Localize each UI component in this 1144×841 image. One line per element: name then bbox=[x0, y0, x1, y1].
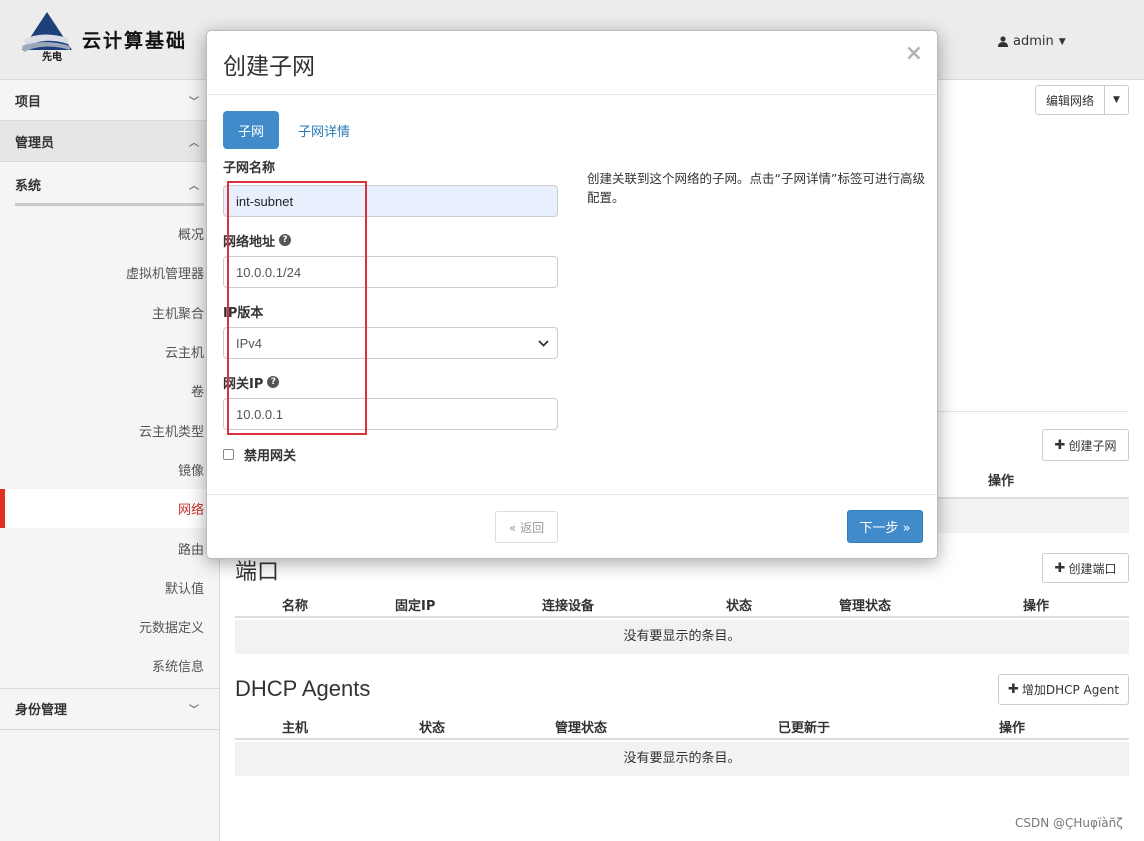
dhcp-table-header: 主机 状态 管理状态 已更新于 操作 bbox=[235, 712, 1129, 740]
chevron-down-icon bbox=[538, 339, 549, 347]
sidebar-item-volumes[interactable]: 卷 bbox=[0, 371, 219, 410]
subnet-name-input[interactable]: int-subnet bbox=[223, 185, 558, 217]
label-text: IP版本 bbox=[223, 305, 264, 321]
disable-gateway-label: 禁用网关 bbox=[244, 449, 297, 464]
sidebar-item-hypervisors[interactable]: 虚拟机管理器 bbox=[0, 253, 219, 292]
modal-footer: « 返回 下一步 » bbox=[207, 494, 937, 559]
sidebar: 项目 ﹀ 管理员 ︿ 系统 ︿ 概况 虚拟机管理器 主机聚合 云主机 卷 云主机… bbox=[0, 80, 220, 841]
sidebar-section-admin[interactable]: 管理员 ︿ bbox=[0, 121, 219, 162]
section-divider bbox=[935, 411, 1129, 412]
plus-icon: ✚ bbox=[1007, 682, 1019, 697]
close-icon[interactable]: × bbox=[905, 41, 923, 66]
ports-table-header: 名称 固定IP 连接设备 状态 管理状态 操作 bbox=[235, 590, 1129, 618]
sidebar-item-networks[interactable]: 网络 bbox=[0, 489, 219, 529]
sidebar-item-host-aggregates[interactable]: 主机聚合 bbox=[0, 293, 219, 332]
back-button[interactable]: « 返回 bbox=[495, 511, 558, 543]
tab-subnet-details[interactable]: 子网详情 bbox=[283, 111, 365, 149]
column-header[interactable]: 管理状态 bbox=[555, 717, 607, 736]
column-header: 操作 bbox=[999, 721, 1026, 736]
question-circle-icon[interactable]: ? bbox=[279, 234, 292, 246]
dhcp-table-empty-row: 没有要显示的条目。 bbox=[235, 742, 1129, 776]
label-text: 网关IP bbox=[223, 376, 264, 392]
tab-subnet[interactable]: 子网 bbox=[223, 111, 280, 149]
watermark: CSDN @ÇHuφïàñζ bbox=[1015, 816, 1123, 830]
column-header[interactable]: 固定IP bbox=[395, 595, 435, 614]
network-address-label: 网络地址 ? bbox=[223, 231, 292, 250]
modal-title: 创建子网 bbox=[223, 53, 315, 79]
help-text: 创建关联到这个网络的子网。点击“子网详情”标签可进行高级配置。 bbox=[587, 171, 925, 205]
question-circle-icon[interactable]: ? bbox=[267, 376, 280, 388]
svg-text:先电: 先电 bbox=[42, 50, 62, 62]
gateway-ip-input[interactable]: 10.0.0.1 bbox=[223, 398, 558, 430]
sidebar-item-metadata[interactable]: 元数据定义 bbox=[0, 607, 219, 646]
create-port-button[interactable]: ✚ 创建端口 bbox=[1042, 553, 1129, 583]
label-text: 子网名称 bbox=[223, 160, 276, 176]
column-header[interactable]: 主机 bbox=[282, 717, 308, 736]
gateway-ip-label: 网关IP ? bbox=[223, 373, 280, 392]
edit-network-group: 编辑网络 ▼ bbox=[1035, 85, 1129, 115]
sidebar-item-defaults[interactable]: 默认值 bbox=[0, 568, 219, 607]
brand-title: 云计算基础 bbox=[82, 30, 188, 52]
ip-version-label: IP版本 bbox=[223, 302, 264, 321]
sidebar-item-overview[interactable]: 概况 bbox=[0, 214, 219, 253]
sidebar-item-routers[interactable]: 路由 bbox=[0, 528, 219, 567]
column-header[interactable]: 名称 bbox=[282, 595, 308, 614]
disable-gateway-checkbox[interactable] bbox=[223, 449, 234, 460]
sidebar-item-system-info[interactable]: 系统信息 bbox=[0, 646, 219, 685]
add-dhcp-agent-button[interactable]: ✚ 增加DHCP Agent bbox=[998, 674, 1129, 705]
edit-network-button[interactable]: 编辑网络 bbox=[1035, 85, 1105, 115]
ports-table-empty-row: 没有要显示的条目。 bbox=[235, 620, 1129, 654]
modal-tabs: 子网 子网详情 bbox=[223, 111, 365, 149]
user-icon bbox=[998, 36, 1008, 47]
chevron-up-icon: ︿ bbox=[189, 180, 199, 192]
modal-header: 创建子网 × bbox=[207, 31, 937, 95]
plus-icon: ✚ bbox=[1054, 560, 1066, 576]
plus-icon: ✚ bbox=[1054, 437, 1066, 453]
sidebar-section-identity[interactable]: 身份管理 ﹀ bbox=[0, 689, 219, 730]
user-name: admin bbox=[1013, 34, 1054, 49]
sidebar-section-label: 管理员 bbox=[15, 135, 55, 151]
sidebar-section-label: 项目 bbox=[15, 94, 42, 110]
column-header: 操作 bbox=[1023, 599, 1050, 614]
create-subnet-label: 创建子网 bbox=[1068, 438, 1117, 453]
network-address-input[interactable]: 10.0.0.1/24 bbox=[223, 256, 558, 288]
ip-version-select[interactable]: IPv4 bbox=[223, 327, 558, 359]
column-header[interactable]: 状态 bbox=[726, 595, 752, 614]
create-port-label: 创建端口 bbox=[1068, 561, 1117, 576]
sidebar-section-project[interactable]: 项目 ﹀ bbox=[0, 80, 219, 121]
column-header[interactable]: 已更新于 bbox=[778, 717, 830, 736]
column-header[interactable]: 状态 bbox=[419, 717, 445, 736]
label-text: 网络地址 bbox=[223, 234, 276, 250]
subnet-name-label: 子网名称 bbox=[223, 157, 276, 176]
column-header[interactable]: 管理状态 bbox=[839, 595, 891, 614]
create-subnet-modal: 创建子网 × 子网 子网详情 子网名称 int-subnet 网络地址 ? 10… bbox=[206, 30, 938, 559]
chevron-down-icon: ﹀ bbox=[189, 705, 199, 717]
sidebar-section-label: 系统 bbox=[15, 178, 42, 194]
add-dhcp-agent-label: 增加DHCP Agent bbox=[1021, 683, 1120, 697]
caret-down-icon: ▼ bbox=[1058, 36, 1066, 47]
subnet-table-actions-header: 操作 bbox=[988, 474, 1015, 489]
more-actions-caret-icon[interactable]: ▼ bbox=[1105, 85, 1129, 115]
subnet-table-empty-row bbox=[935, 499, 1129, 533]
sidebar-section-system[interactable]: 系统 ︿ bbox=[0, 162, 219, 206]
sidebar-item-flavors[interactable]: 云主机类型 bbox=[0, 410, 219, 449]
chevron-down-icon: ﹀ bbox=[189, 96, 199, 108]
logo-icon: 先电 bbox=[22, 12, 72, 62]
create-subnet-button[interactable]: ✚ 创建子网 bbox=[1042, 429, 1129, 461]
next-button[interactable]: 下一步 » bbox=[847, 510, 923, 543]
dhcp-section-title: DHCP Agents bbox=[235, 676, 371, 701]
ip-version-value: IPv4 bbox=[236, 335, 263, 351]
sidebar-item-instances[interactable]: 云主机 bbox=[0, 332, 219, 371]
sidebar-section-label: 身份管理 bbox=[15, 703, 68, 719]
column-header[interactable]: 连接设备 bbox=[542, 595, 594, 614]
user-menu[interactable]: admin ▼ bbox=[998, 34, 1066, 49]
chevron-up-icon: ︿ bbox=[189, 137, 199, 149]
disable-gateway-row: 禁用网关 bbox=[223, 445, 296, 464]
sidebar-item-images[interactable]: 镜像 bbox=[0, 450, 219, 489]
